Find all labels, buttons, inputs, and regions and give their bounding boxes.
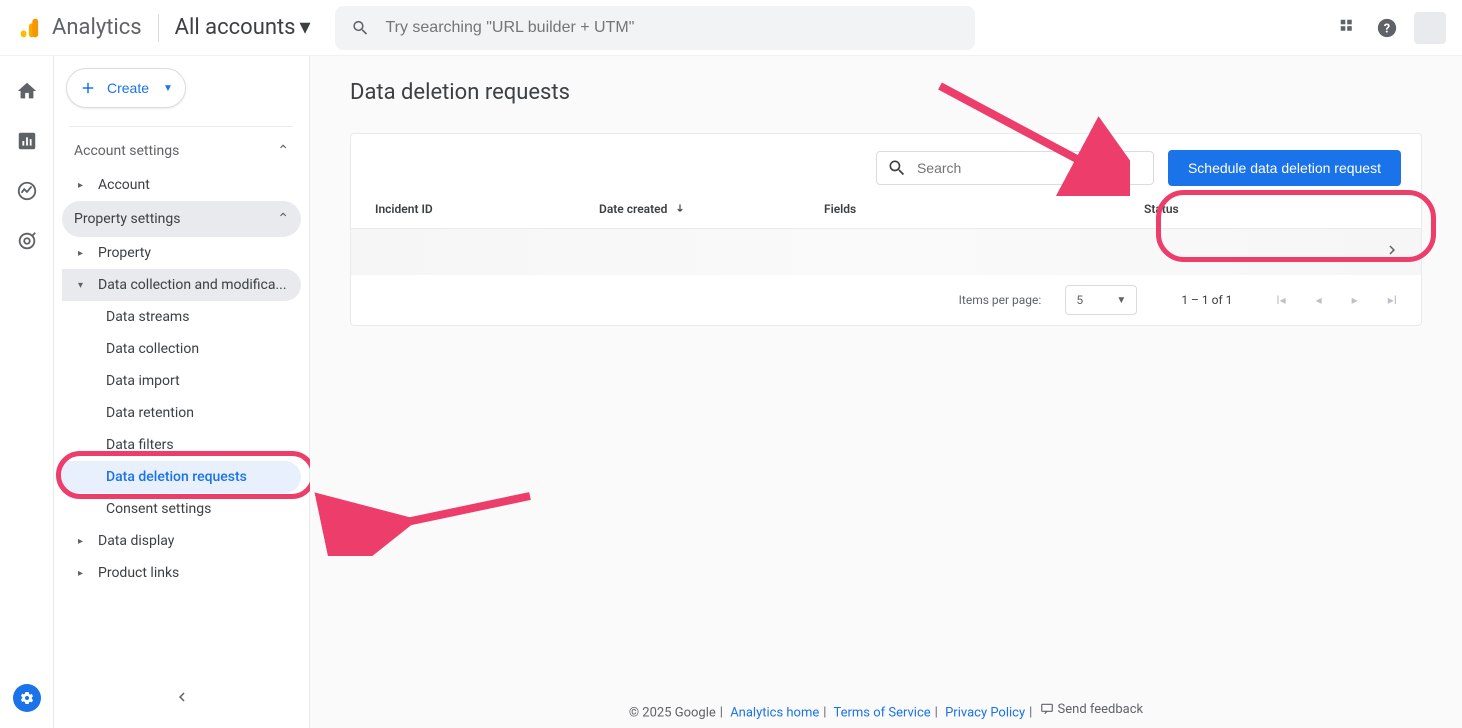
feedback-icon <box>1040 702 1054 716</box>
annotation-arrow-icon <box>310 486 560 556</box>
account-picker-label: All accounts <box>175 15 296 40</box>
app-header: Analytics All accounts ▾ ? <box>0 0 1462 56</box>
caret-down-icon: ▼ <box>163 83 173 94</box>
table-footer: Items per page: 5 ▼ 1 – 1 of 1 I◂ ◂ ▸ ▸I <box>351 275 1421 325</box>
reports-icon[interactable] <box>16 130 38 152</box>
property-settings-group[interactable]: Property settings ⌃ <box>62 201 301 237</box>
nav-rail <box>0 56 54 728</box>
main-content: Data deletion requests Schedule data del… <box>310 56 1462 728</box>
nav-data-display[interactable]: ▸ Data display <box>62 525 301 557</box>
triangle-right-icon: ▸ <box>78 536 88 547</box>
brand-name: Analytics <box>52 15 142 40</box>
last-page-icon[interactable]: ▸I <box>1388 293 1397 307</box>
requests-card: Schedule data deletion request Incident … <box>350 133 1422 326</box>
triangle-right-icon: ▸ <box>78 568 88 579</box>
advertising-icon[interactable] <box>16 230 38 252</box>
nav-label: Property <box>98 245 151 261</box>
triangle-down-icon: ▾ <box>78 280 88 291</box>
triangle-right-icon: ▸ <box>78 180 88 191</box>
nav-data-filters[interactable]: Data filters <box>62 429 301 461</box>
help-icon[interactable]: ? <box>1376 17 1398 39</box>
caret-down-icon: ▼ <box>1116 295 1126 306</box>
search-icon <box>351 18 370 38</box>
caret-down-icon: ▾ <box>300 15 311 40</box>
divider <box>158 14 159 42</box>
nav-label: Account <box>98 177 150 193</box>
create-button-label: Create <box>107 80 149 96</box>
triangle-right-icon: ▸ <box>78 248 88 259</box>
apps-grid-icon[interactable] <box>1338 17 1360 39</box>
ipp-value: 5 <box>1076 293 1083 307</box>
footer-analytics-home-link[interactable]: Analytics home <box>730 705 819 720</box>
global-search-input[interactable] <box>385 19 958 37</box>
page-footer: © 2025 Google| Analytics home| Terms of … <box>310 702 1462 721</box>
nav-data-retention[interactable]: Data retention <box>62 397 301 429</box>
plus-icon <box>79 79 97 97</box>
nav-product-links[interactable]: ▸ Product links <box>62 557 301 589</box>
col-fields[interactable]: Fields <box>824 202 1144 216</box>
feedback-label: Send feedback <box>1058 702 1144 717</box>
nav-label: Data display <box>98 533 174 549</box>
nav-data-import[interactable]: Data import <box>62 365 301 397</box>
search-icon <box>887 158 907 178</box>
items-per-page-select[interactable]: 5 ▼ <box>1065 285 1137 315</box>
home-icon[interactable] <box>16 80 38 102</box>
collapse-sidebar-icon[interactable] <box>173 688 191 710</box>
nav-label: Product links <box>98 565 179 581</box>
arrow-down-icon <box>673 202 687 216</box>
nav-data-deletion-requests[interactable]: Data deletion requests <box>62 461 301 493</box>
divider <box>70 126 293 127</box>
first-page-icon[interactable]: I◂ <box>1276 293 1285 307</box>
chevron-up-icon: ⌃ <box>277 143 289 159</box>
copyright: © 2025 Google <box>629 705 716 720</box>
nav-data-streams[interactable]: Data streams <box>62 301 301 333</box>
page-range: 1 – 1 of 1 <box>1181 293 1232 307</box>
nav-consent-settings[interactable]: Consent settings <box>62 493 301 525</box>
avatar[interactable] <box>1414 12 1446 44</box>
table-header: Incident ID Date created Fields Status <box>351 202 1421 229</box>
account-picker[interactable]: All accounts ▾ <box>175 15 311 40</box>
page-title: Data deletion requests <box>350 80 1422 105</box>
nav-property[interactable]: ▸ Property <box>62 237 301 269</box>
svg-text:?: ? <box>1384 21 1390 36</box>
next-page-icon[interactable]: ▸ <box>1352 293 1358 307</box>
admin-gear-icon[interactable] <box>13 684 41 712</box>
table-row[interactable] <box>351 229 1421 275</box>
group-label: Property settings <box>74 211 181 227</box>
chevron-right-icon <box>1383 241 1401 263</box>
global-search[interactable] <box>335 6 975 50</box>
nav-label: Data collection and modifica... <box>98 277 287 293</box>
table-search-input[interactable] <box>917 160 1143 176</box>
admin-sidebar: Create ▼ Account settings ⌃ ▸ Account Pr… <box>54 56 310 728</box>
create-button[interactable]: Create ▼ <box>66 68 186 108</box>
nav-data-collection-mod[interactable]: ▾ Data collection and modifica... <box>62 269 301 301</box>
account-settings-group[interactable]: Account settings ⌃ <box>62 133 301 169</box>
nav-account[interactable]: ▸ Account <box>62 169 301 201</box>
analytics-logo-icon <box>16 14 44 42</box>
prev-page-icon[interactable]: ◂ <box>1316 293 1322 307</box>
send-feedback-button[interactable]: Send feedback <box>1040 702 1144 717</box>
group-label: Account settings <box>74 143 179 159</box>
pager: I◂ ◂ ▸ ▸I <box>1276 293 1397 307</box>
schedule-deletion-button[interactable]: Schedule data deletion request <box>1168 150 1401 186</box>
ipp-label: Items per page: <box>959 293 1042 307</box>
chevron-up-icon: ⌃ <box>277 211 289 227</box>
col-label: Date created <box>599 202 667 216</box>
explore-icon[interactable] <box>16 180 38 202</box>
nav-data-collection[interactable]: Data collection <box>62 333 301 365</box>
footer-tos-link[interactable]: Terms of Service <box>833 705 930 720</box>
col-date-created[interactable]: Date created <box>599 202 824 216</box>
footer-privacy-link[interactable]: Privacy Policy <box>945 705 1025 720</box>
col-incident-id[interactable]: Incident ID <box>375 202 599 216</box>
table-search[interactable] <box>876 151 1154 185</box>
col-status[interactable]: Status <box>1144 202 1397 216</box>
